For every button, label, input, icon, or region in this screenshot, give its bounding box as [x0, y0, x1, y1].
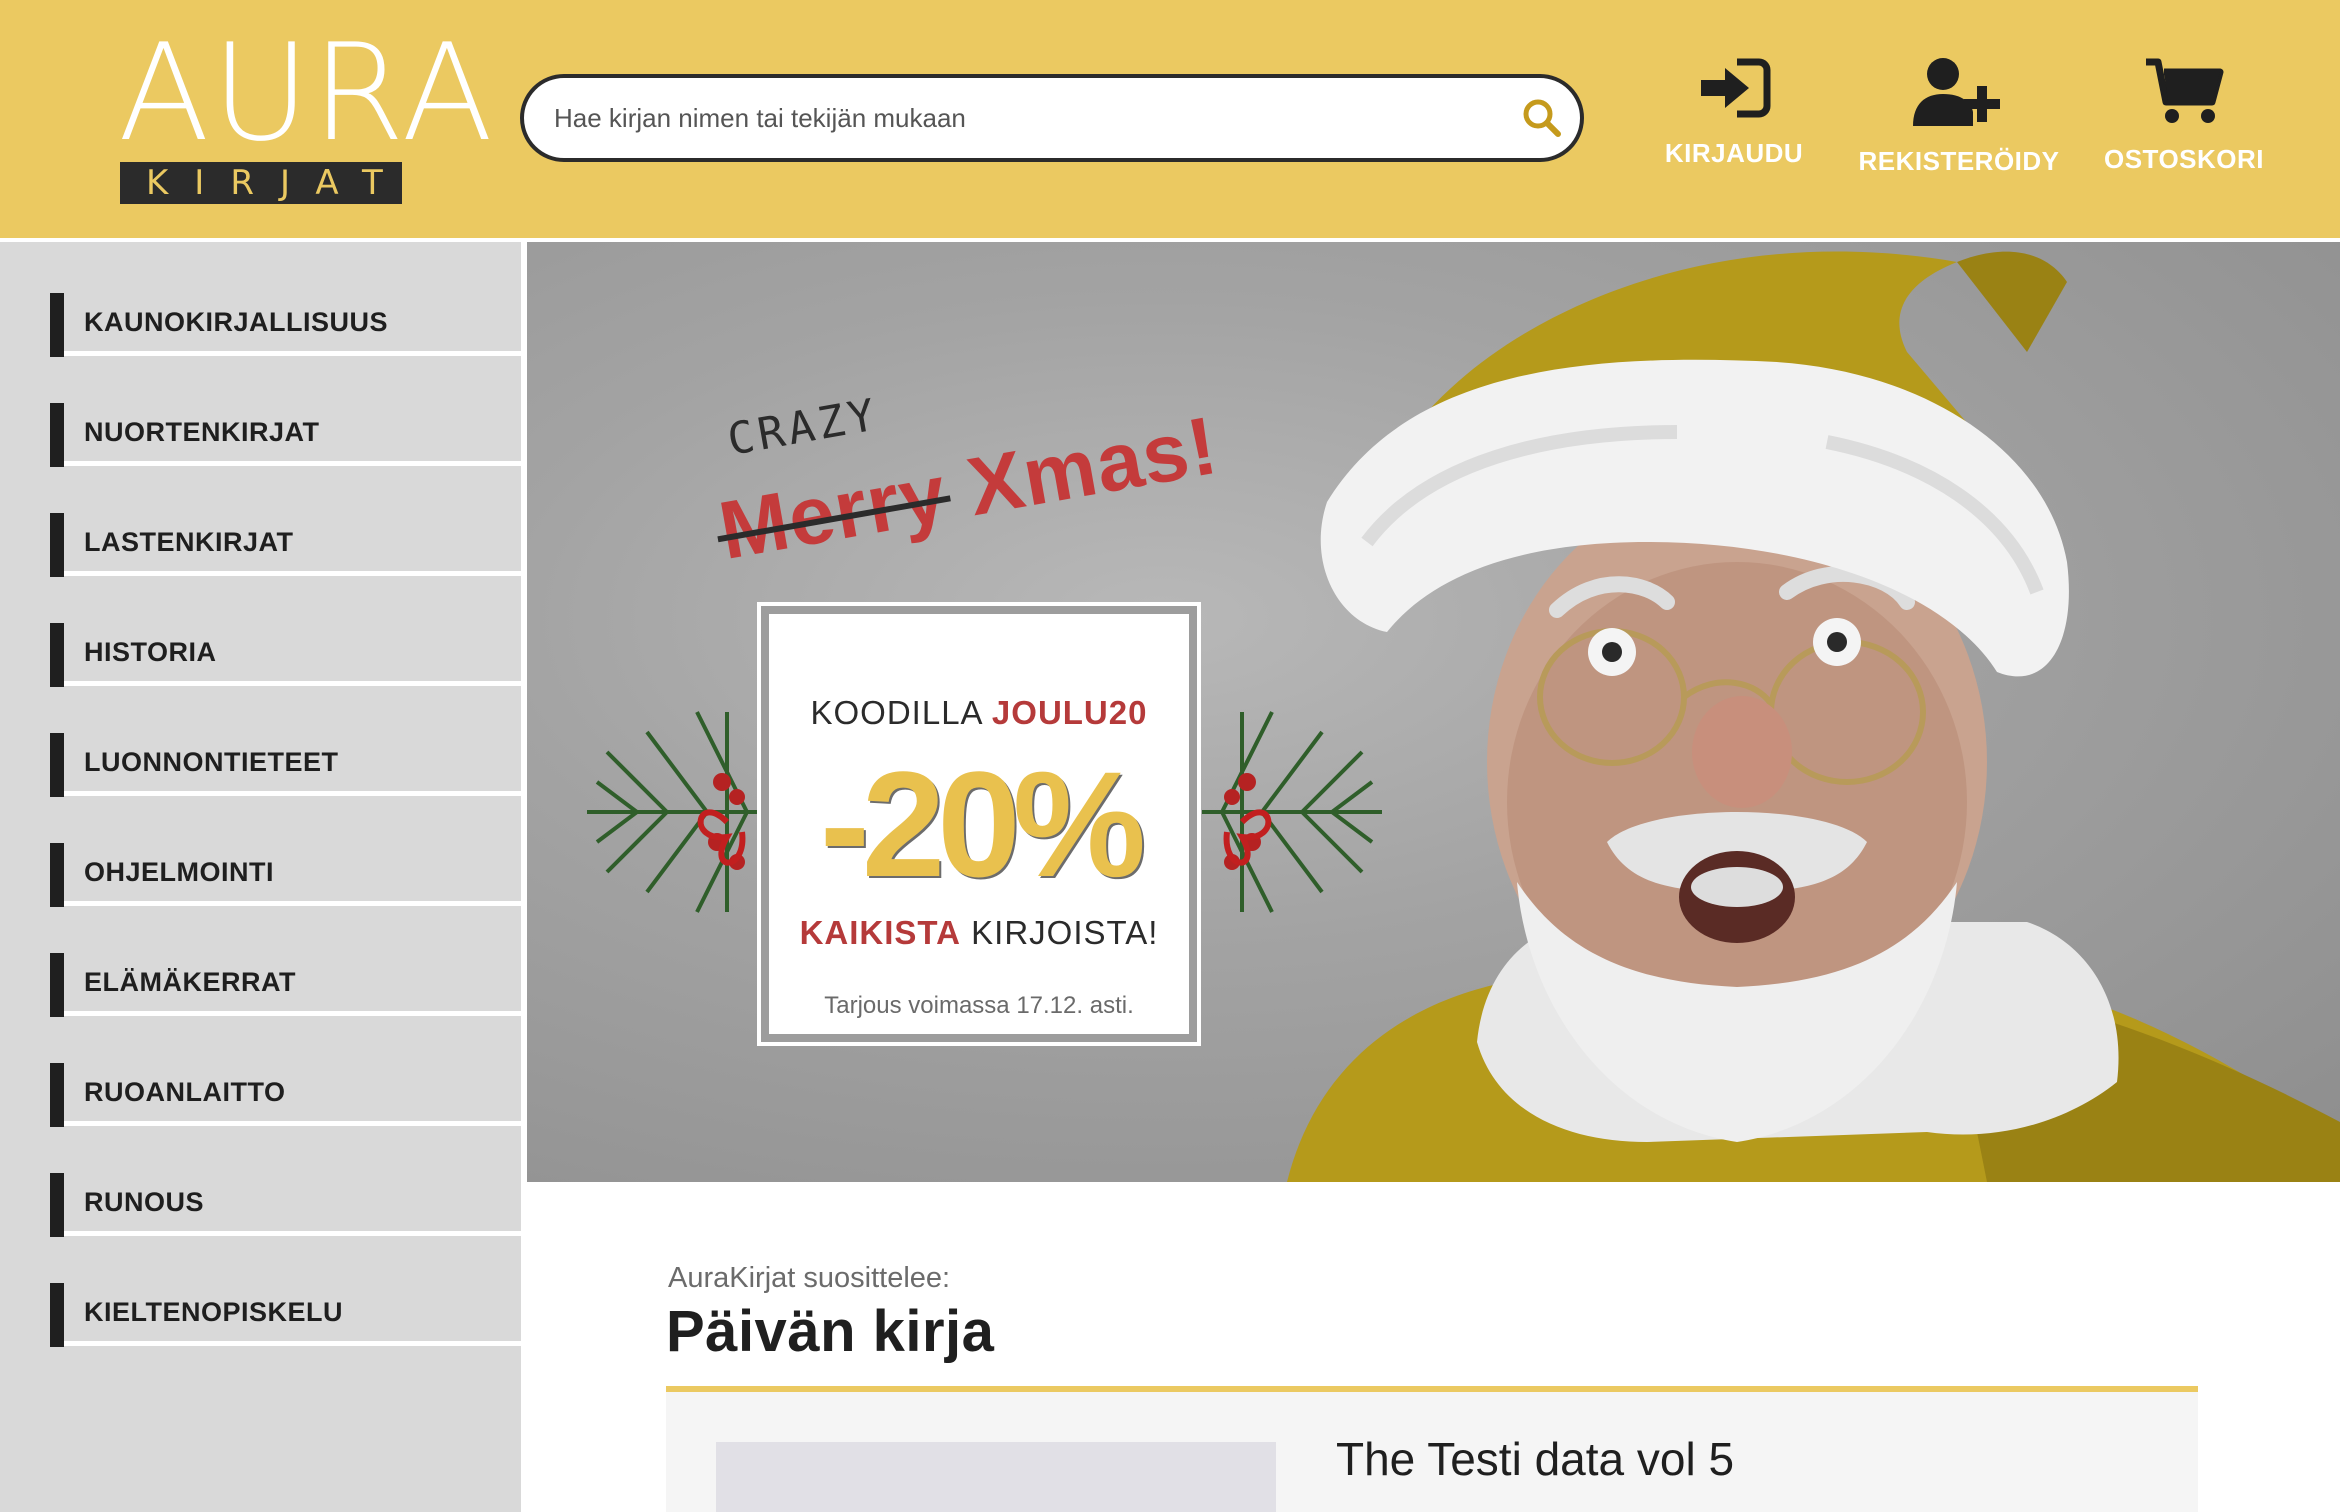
- pine-branch-left: [587, 711, 767, 913]
- register-label: REKISTERÖIDY: [1858, 146, 2060, 176]
- hero-banner[interactable]: CRAZY Merry Xmas! KOODILLA JOULU20 -20% …: [527, 242, 2340, 1182]
- search-icon[interactable]: [1518, 94, 1566, 142]
- recommend-subtitle: AuraKirjat suosittelee:: [668, 1262, 951, 1294]
- sidebar-item-kaunokirjallisuus[interactable]: KAUNOKIRJALLISUUS: [50, 293, 521, 357]
- promo-validity: Tarjous voimassa 17.12. asti.: [824, 992, 1134, 1019]
- category-underline: [64, 791, 521, 796]
- sidebar-item-historia[interactable]: HISTORIA: [50, 623, 521, 687]
- promo-prefix: KOODILLA: [810, 694, 982, 731]
- category-underline: [64, 1341, 521, 1346]
- category-label: LUONNONTIETEET: [84, 747, 339, 777]
- category-underline: [64, 1121, 521, 1126]
- promo-code-line: KOODILLA JOULU20: [769, 694, 1189, 732]
- category-label: LASTENKIRJAT: [84, 527, 294, 557]
- cart-label: OSTOSKORI: [2103, 144, 2265, 174]
- category-label: ELÄMÄKERRAT: [84, 967, 296, 997]
- search-input[interactable]: [554, 78, 1514, 158]
- category-marker: [50, 1173, 64, 1237]
- promo-code: JOULU20: [991, 694, 1148, 731]
- category-label: RUOANLAITTO: [84, 1077, 286, 1107]
- category-label: RUNOUS: [84, 1187, 205, 1217]
- site-logo[interactable]: AURA KIRJAT: [118, 18, 493, 204]
- category-underline: [64, 681, 521, 686]
- sidebar-item-nuortenkirjat[interactable]: NUORTENKIRJAT: [50, 403, 521, 467]
- cart-button[interactable]: OSTOSKORI: [2100, 56, 2268, 196]
- login-icon: [1701, 58, 1771, 118]
- recommend-title: Päivän kirja: [666, 1299, 995, 1364]
- promo-all-books-line: KAIKISTA KIRJOISTA!: [769, 914, 1189, 952]
- promo-box: KOODILLA JOULU20 -20% KAIKISTA KIRJOISTA…: [757, 602, 1201, 1046]
- add-user-icon: [1913, 58, 2000, 126]
- category-marker: [50, 403, 64, 467]
- category-marker: [50, 1063, 64, 1127]
- category-underline: [64, 351, 521, 356]
- site-header: AURA KIRJAT KIRJAUDU REKISTERÖIDY: [0, 0, 2340, 238]
- category-underline: [64, 901, 521, 906]
- sidebar-item-ruoanlaitto[interactable]: RUOANLAITTO: [50, 1063, 521, 1127]
- promo-discount: -20%: [819, 740, 1146, 908]
- category-label: HISTORIA: [84, 637, 217, 667]
- sidebar-item-runous[interactable]: RUNOUS: [50, 1173, 521, 1237]
- sidebar-item-elamakerrat[interactable]: ELÄMÄKERRAT: [50, 953, 521, 1017]
- login-label: KIRJAUDU: [1664, 138, 1804, 168]
- sidebar-item-luonnontieteet[interactable]: LUONNONTIETEET: [50, 733, 521, 797]
- category-marker: [50, 953, 64, 1017]
- category-label: OHJELMOINTI: [84, 857, 275, 887]
- category-underline: [64, 1231, 521, 1236]
- category-marker: [50, 733, 64, 797]
- category-underline: [64, 1011, 521, 1016]
- sidebar-item-lastenkirjat[interactable]: LASTENKIRJAT: [50, 513, 521, 577]
- promo-all: KAIKISTA: [799, 914, 961, 951]
- category-marker: [50, 1283, 64, 1347]
- register-button[interactable]: REKISTERÖIDY: [1856, 56, 2062, 196]
- logo-main-text: AURA: [118, 15, 496, 171]
- promo-books: KIRJOISTA!: [971, 914, 1159, 951]
- category-marker: [50, 843, 64, 907]
- cart-icon: [2146, 58, 2224, 123]
- category-underline: [64, 571, 521, 576]
- logo-sub-text: KIRJAT: [146, 163, 409, 203]
- search-box: [520, 74, 1584, 162]
- category-label: KIELTENOPISKELU: [84, 1297, 344, 1327]
- book-cover[interactable]: [716, 1442, 1276, 1512]
- login-button[interactable]: KIRJAUDU: [1660, 56, 1808, 196]
- sidebar-item-kieltenopiskelu[interactable]: KIELTENOPISKELU: [50, 1283, 521, 1347]
- category-marker: [50, 623, 64, 687]
- book-title[interactable]: The Testi data vol 5: [1336, 1432, 1734, 1486]
- pine-branch-right: [1202, 711, 1382, 913]
- category-label: KAUNOKIRJALLISUUS: [84, 307, 389, 337]
- category-marker: [50, 513, 64, 577]
- category-underline: [64, 461, 521, 466]
- category-marker: [50, 293, 64, 357]
- category-label: NUORTENKIRJAT: [84, 417, 320, 447]
- sidebar-item-ohjelmointi[interactable]: OHJELMOINTI: [50, 843, 521, 907]
